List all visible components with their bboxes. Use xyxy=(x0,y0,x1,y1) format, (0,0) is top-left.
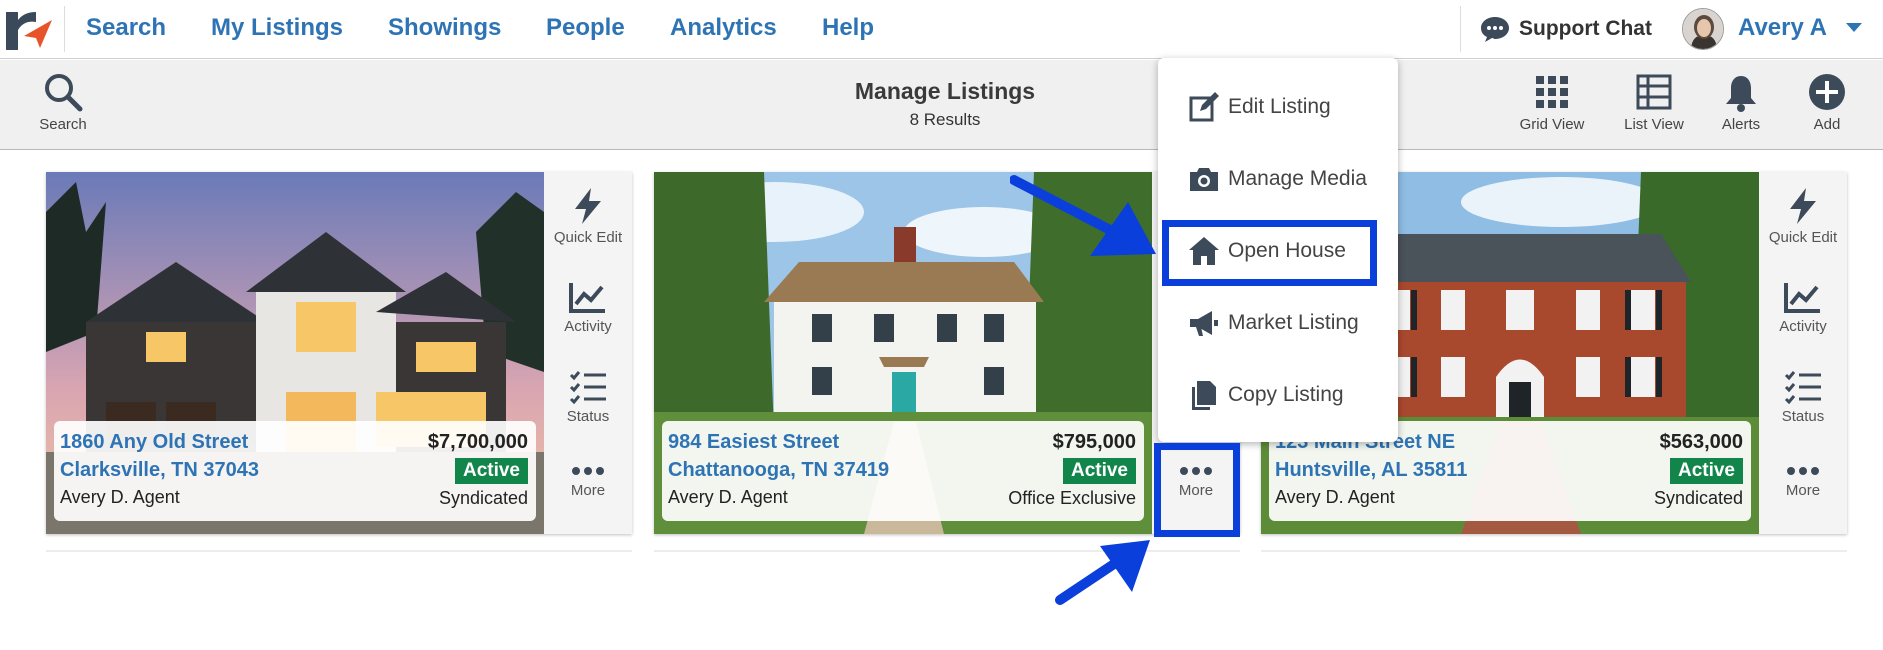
pointer-arrow-icon xyxy=(1010,175,1156,256)
list-view-icon xyxy=(1636,74,1672,110)
search-tool-button[interactable]: Search xyxy=(23,72,103,133)
listing-distribution: Syndicated xyxy=(1653,488,1743,508)
top-navigation: Search My Listings Showings People Analy… xyxy=(0,0,1883,59)
menu-item-manage-media[interactable]: Manage Media xyxy=(1188,159,1367,199)
line-chart-icon xyxy=(569,283,605,313)
quick-edit-button[interactable]: Quick Edit xyxy=(1759,187,1847,246)
activity-label: Activity xyxy=(564,318,612,335)
menu-item-edit-listing[interactable]: Edit Listing xyxy=(1188,87,1331,127)
list-view-label: List View xyxy=(1624,116,1684,133)
open-house-highlight xyxy=(1162,220,1377,286)
status-badge: Active xyxy=(1062,458,1136,484)
more-dots-icon xyxy=(572,467,604,475)
activity-button[interactable]: Activity xyxy=(544,280,632,335)
line-chart-icon xyxy=(1784,283,1820,313)
more-button-highlight xyxy=(1154,443,1240,537)
listing-side-actions: Quick Edit Activity Status More xyxy=(1759,172,1847,534)
edit-icon xyxy=(1189,92,1219,122)
avatar[interactable] xyxy=(1682,8,1724,50)
alerts-button[interactable]: Alerts xyxy=(1701,72,1781,133)
lightning-icon xyxy=(575,188,601,224)
chevron-down-icon[interactable] xyxy=(1845,22,1863,34)
quick-edit-label: Quick Edit xyxy=(553,229,623,246)
listing-info-panel: 1860 Any Old Street Clarksville, TN 3704… xyxy=(54,421,536,521)
listing-price: $563,000 xyxy=(1659,431,1743,453)
plus-circle-icon xyxy=(1809,74,1845,110)
menu-item-label: Manage Media xyxy=(1228,167,1367,190)
checklist-icon xyxy=(1784,371,1821,404)
listing-agent: Avery D. Agent xyxy=(1275,487,1395,507)
page-title: Manage Listings xyxy=(854,78,1036,104)
listing-distribution: Syndicated xyxy=(438,488,528,508)
more-label: More xyxy=(570,482,606,499)
copy-document-icon xyxy=(1192,381,1216,410)
more-label: More xyxy=(1785,482,1821,499)
listing-agent: Avery D. Agent xyxy=(60,487,180,507)
status-button[interactable]: Status xyxy=(544,370,632,425)
listing-city[interactable]: Chattanooga, TN 37419 xyxy=(668,459,889,482)
listing-street[interactable]: 1860 Any Old Street xyxy=(60,431,248,454)
list-view-button[interactable]: List View xyxy=(1614,72,1694,133)
grid-icon xyxy=(1536,76,1568,108)
quick-edit-button[interactable]: Quick Edit xyxy=(544,187,632,246)
menu-item-label: Edit Listing xyxy=(1228,95,1331,118)
listing-card[interactable]: 1860 Any Old Street Clarksville, TN 3704… xyxy=(46,172,632,534)
add-button[interactable]: Add xyxy=(1787,72,1867,133)
nav-people[interactable]: People xyxy=(546,14,625,42)
listing-price: $795,000 xyxy=(1052,431,1136,453)
menu-item-copy-listing[interactable]: Copy Listing xyxy=(1188,375,1344,415)
nav-analytics[interactable]: Analytics xyxy=(670,14,777,42)
listing-street[interactable]: 984 Easiest Street xyxy=(668,431,839,454)
nav-divider xyxy=(1460,6,1461,52)
camera-icon xyxy=(1190,168,1218,191)
support-chat-button[interactable]: Support Chat xyxy=(1479,12,1652,46)
listing-agent: Avery D. Agent xyxy=(668,487,788,507)
listing-info-panel: 984 Easiest Street Chattanooga, TN 37419… xyxy=(662,421,1144,521)
nav-divider xyxy=(64,6,65,52)
grid-view-button[interactable]: Grid View xyxy=(1512,72,1592,133)
more-dots-icon xyxy=(1787,467,1819,475)
nav-my-listings[interactable]: My Listings xyxy=(211,14,343,42)
menu-item-label: Copy Listing xyxy=(1228,383,1344,406)
listing-side-actions: Quick Edit Activity Status More xyxy=(544,172,632,534)
chat-bubble-icon xyxy=(1481,17,1509,42)
more-button[interactable]: More xyxy=(1759,464,1847,499)
user-name[interactable]: Avery A xyxy=(1738,14,1827,42)
bell-icon xyxy=(1726,76,1756,112)
nav-help[interactable]: Help xyxy=(822,14,874,42)
status-label: Status xyxy=(1781,408,1825,425)
more-button[interactable]: More xyxy=(544,464,632,499)
listing-city[interactable]: Huntsville, AL 35811 xyxy=(1275,459,1467,482)
card-divider xyxy=(46,550,632,552)
lightning-icon xyxy=(1790,188,1816,224)
menu-item-label: Market Listing xyxy=(1228,311,1359,334)
search-icon xyxy=(45,74,83,112)
status-badge: Active xyxy=(454,458,528,484)
add-label: Add xyxy=(1813,116,1841,133)
quick-edit-label: Quick Edit xyxy=(1768,229,1838,246)
nav-search[interactable]: Search xyxy=(86,14,166,42)
app-logo[interactable] xyxy=(2,6,56,52)
menu-item-market-listing[interactable]: Market Listing xyxy=(1188,303,1359,343)
support-chat-label: Support Chat xyxy=(1519,17,1652,40)
listing-price: $7,700,000 xyxy=(427,431,528,453)
status-label: Status xyxy=(566,408,610,425)
listing-city[interactable]: Clarksville, TN 37043 xyxy=(60,459,259,482)
search-tool-label: Search xyxy=(39,116,87,133)
checklist-icon xyxy=(569,371,606,404)
activity-label: Activity xyxy=(1779,318,1827,335)
megaphone-icon xyxy=(1190,311,1218,336)
alerts-label: Alerts xyxy=(1721,116,1761,133)
pointer-arrow-icon xyxy=(1055,540,1150,605)
grid-view-label: Grid View xyxy=(1519,116,1585,133)
status-button[interactable]: Status xyxy=(1759,370,1847,425)
status-badge: Active xyxy=(1669,458,1743,484)
card-divider xyxy=(1261,550,1847,552)
listing-distribution: Office Exclusive xyxy=(1008,488,1136,508)
listings-toolbar: Search Manage Listings 8 Results Grid Vi… xyxy=(0,60,1883,150)
activity-button[interactable]: Activity xyxy=(1759,280,1847,335)
nav-showings[interactable]: Showings xyxy=(388,14,501,42)
results-count: 8 Results xyxy=(909,110,981,129)
